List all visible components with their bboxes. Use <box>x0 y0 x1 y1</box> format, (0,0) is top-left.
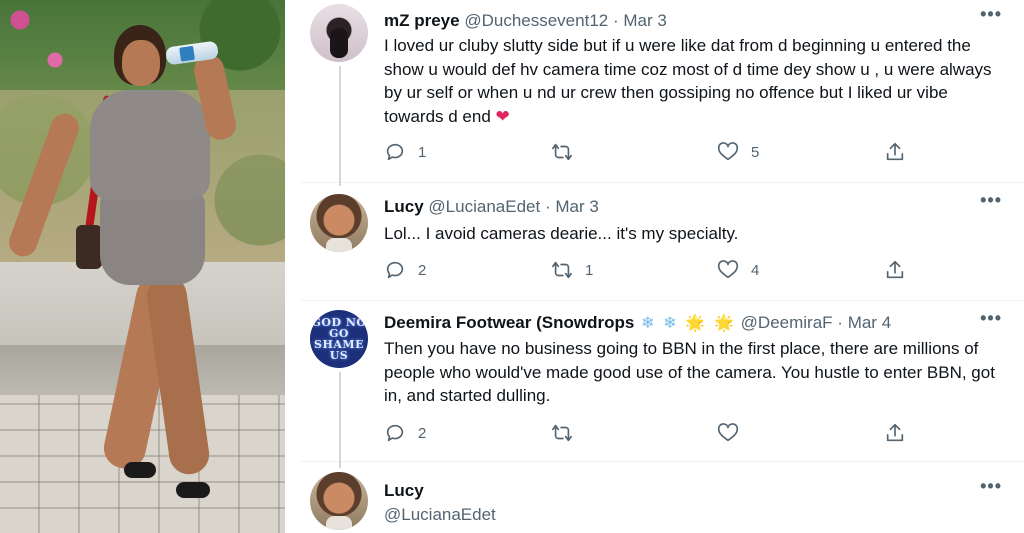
more-icon[interactable]: ••• <box>980 476 1002 497</box>
star-emoji: 🌟 <box>714 315 734 332</box>
like-button[interactable]: 5 <box>717 138 759 166</box>
retweet-button[interactable]: 1 <box>551 256 593 284</box>
more-icon[interactable]: ••• <box>980 190 1002 211</box>
tweet-handle-row: @LucianaEdet <box>384 504 496 526</box>
tweet-text: Then you have no business going to BBN i… <box>384 339 995 405</box>
tweet-text-content: I loved ur cluby slutty side but if u we… <box>384 36 992 126</box>
reply-count: 1 <box>418 143 427 161</box>
avatar-logo-text: GOD NO GO SHAME US <box>311 316 367 362</box>
like-button[interactable] <box>717 419 751 447</box>
reply-count: 2 <box>418 261 427 279</box>
retweet-icon <box>552 261 572 279</box>
share-button[interactable] <box>884 138 906 166</box>
heart-icon <box>717 260 739 279</box>
snowflake-emoji: ❄ <box>663 315 677 332</box>
photo-face <box>122 40 160 86</box>
reply-icon <box>386 424 404 442</box>
user-handle[interactable]: @Duchessevent12 <box>464 11 608 30</box>
retweet-button[interactable] <box>551 419 585 447</box>
tweet-actions: 1 5 <box>384 138 924 166</box>
separator: · <box>612 11 619 30</box>
like-count: 5 <box>751 143 760 161</box>
thread-line <box>339 372 341 468</box>
user-handle[interactable]: @LucianaEdet <box>428 197 540 216</box>
divider <box>285 0 296 533</box>
reply-count: 2 <box>418 424 427 442</box>
more-icon[interactable]: ••• <box>980 308 1002 329</box>
tweet-text: Lol... I avoid cameras dearie... it's my… <box>384 224 739 243</box>
retweet-count: 1 <box>585 261 594 279</box>
separator: · <box>837 313 843 332</box>
tweet-deemira[interactable]: GOD NO GO SHAME US Deemira Footwear (Sno… <box>300 306 1024 468</box>
share-button[interactable] <box>884 256 906 284</box>
photo-bag <box>76 225 102 269</box>
tweet-date[interactable]: Mar 3 <box>623 11 666 30</box>
tweet-date[interactable]: Mar 4 <box>848 313 891 332</box>
avatar[interactable]: GOD NO GO SHAME US <box>310 310 368 368</box>
separator: · <box>544 197 551 216</box>
tweet-header: Deemira Footwear (Snowdrops ❄ ❄ 🌟 🌟 @Dee… <box>384 312 891 335</box>
tweet-header: mZ preye @Duchessevent12 · Mar 3 <box>384 10 667 32</box>
share-button[interactable] <box>884 419 906 447</box>
tweet-actions: 2 <box>384 419 924 447</box>
star-emoji: 🌟 <box>685 315 706 332</box>
photo-shoe-left <box>124 462 156 478</box>
reply-button[interactable]: 2 <box>384 256 426 284</box>
more-icon[interactable]: ••• <box>980 4 1002 25</box>
red-heart-emoji: ❤ <box>495 106 510 126</box>
like-count: 4 <box>751 261 760 279</box>
thread-line <box>339 66 341 186</box>
tweet-photo[interactable] <box>0 0 285 533</box>
tweet-date[interactable]: Mar 3 <box>555 197 598 216</box>
display-name[interactable]: Deemira Footwear (Snowdrops <box>384 313 634 332</box>
share-icon <box>886 260 904 279</box>
photo-torso <box>90 90 210 200</box>
tweet-header: Lucy @LucianaEdet · Mar 3 <box>384 196 599 218</box>
tweet-actions: 2 1 4 <box>384 256 924 284</box>
tweet-header: Lucy <box>384 480 424 502</box>
heart-icon <box>717 423 739 442</box>
share-icon <box>886 142 904 161</box>
reply-button[interactable]: 2 <box>384 419 426 447</box>
display-name[interactable]: Lucy <box>384 481 424 500</box>
display-name[interactable]: Lucy <box>384 197 424 216</box>
retweet-icon <box>552 143 572 161</box>
tweet-text: I loved ur cluby slutty side but if u we… <box>384 34 1004 128</box>
reply-icon <box>386 143 404 161</box>
retweet-button[interactable] <box>551 138 585 166</box>
tweet-mz-preye[interactable]: mZ preye @Duchessevent12 · Mar 3 ••• I l… <box>300 0 1024 186</box>
heart-icon <box>717 142 739 161</box>
like-button[interactable]: 4 <box>717 256 759 284</box>
reply-icon <box>386 261 404 279</box>
photo-shoe-right <box>176 482 210 498</box>
avatar[interactable] <box>310 472 368 530</box>
tweet-lucy-focused[interactable]: Lucy @LucianaEdet ••• <box>300 466 1024 533</box>
reply-button[interactable]: 1 <box>384 138 426 166</box>
snowflake-emoji: ❄ <box>641 315 655 332</box>
retweet-icon <box>552 424 572 442</box>
avatar[interactable] <box>310 4 368 62</box>
photo-shorts <box>100 190 205 285</box>
display-name[interactable]: mZ preye <box>384 11 460 30</box>
share-icon <box>886 423 904 442</box>
avatar[interactable] <box>310 194 368 252</box>
user-handle[interactable]: @DeemiraF <box>741 313 833 332</box>
user-handle[interactable]: @LucianaEdet <box>384 505 496 524</box>
tweet-lucy-reply[interactable]: Lucy @LucianaEdet · Mar 3 ••• Lol... I a… <box>300 188 1024 301</box>
